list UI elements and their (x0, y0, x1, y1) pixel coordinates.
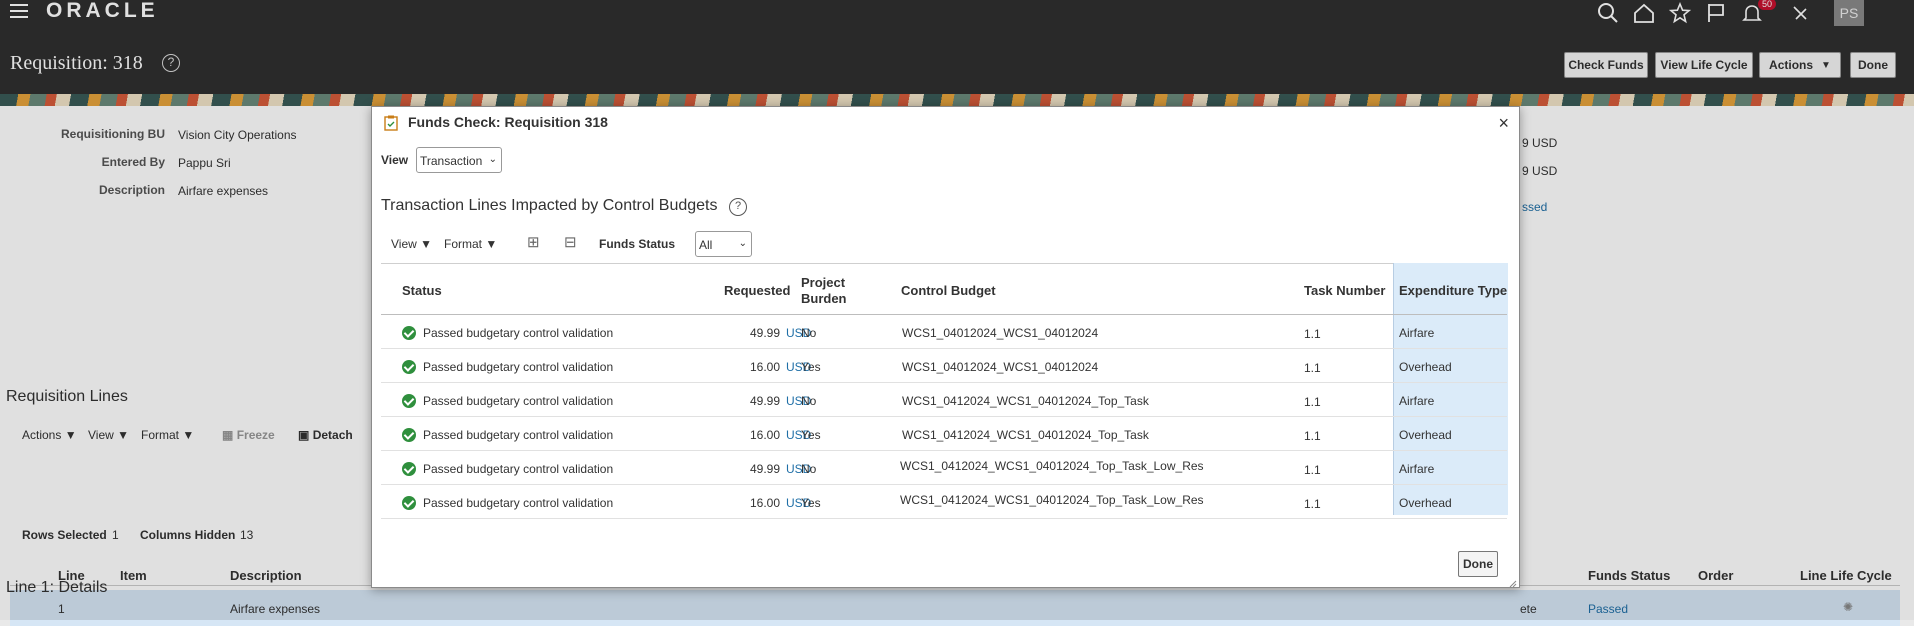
funds-check-dialog: Funds Check: Requisition 318 × View Tran… (371, 106, 1520, 588)
row-divider (381, 416, 1507, 417)
row-task-number: 1.1 (1304, 327, 1321, 341)
dialog-title: Funds Check: Requisition 318 (408, 114, 608, 130)
row-expenditure-type: Airfare (1399, 394, 1435, 408)
help-icon[interactable]: ? (729, 198, 747, 216)
col-requested[interactable]: Requested (724, 283, 790, 298)
col-status[interactable]: Status (402, 283, 442, 298)
row-task-number: 1.1 (1304, 497, 1321, 511)
row-project-burden: Yes (801, 428, 821, 442)
row-project-burden: Yes (801, 496, 821, 510)
row-divider (381, 348, 1507, 349)
row-expenditure-type: Overhead (1399, 496, 1452, 510)
row-status: Passed budgetary control validation (423, 360, 614, 374)
col-expenditure-type[interactable]: Expenditure Type (1399, 283, 1507, 298)
row-amount: 49.99 (749, 394, 780, 408)
dialog-subtitle: Transaction Lines Impacted by Control Bu… (381, 197, 718, 214)
row-expenditure-type: Overhead (1399, 428, 1452, 442)
row-control-budget: WCS1_0412024_WCS1_04012024_Top_Task_Low_… (900, 459, 1204, 473)
row-status: Passed budgetary control validation (423, 394, 614, 408)
row-task-number: 1.1 (1304, 361, 1321, 375)
row-control-budget: WCS1_0412024_WCS1_04012024_Top_Task (902, 394, 1149, 408)
row-amount: 49.99 (749, 462, 780, 476)
dialog-view-value: Transaction (420, 154, 483, 168)
check-circle-icon (402, 360, 416, 374)
dialog-format-menu-label: Format (444, 237, 483, 251)
chevron-down-icon: ⌄ (488, 154, 497, 165)
dialog-view-menu[interactable]: View ▼ (391, 237, 432, 251)
col-task-number[interactable]: Task Number (1304, 283, 1385, 298)
funds-status-select[interactable]: All ⌄ (695, 231, 752, 257)
check-circle-icon (402, 326, 416, 340)
row-control-budget: WCS1_04012024_WCS1_04012024 (902, 326, 1099, 340)
row-amount: 49.99 (749, 326, 780, 340)
dialog-view-menu-label: View (391, 237, 417, 251)
row-control-budget: WCS1_04012024_WCS1_04012024 (902, 360, 1099, 374)
row-project-burden: No (801, 326, 817, 340)
query-by-example-icon[interactable]: ⊞ (527, 233, 540, 251)
row-divider (381, 518, 1507, 519)
col-control-budget[interactable]: Control Budget (901, 283, 996, 298)
row-control-budget: WCS1_0412024_WCS1_04012024_Top_Task_Low_… (900, 493, 1204, 507)
row-divider (381, 450, 1507, 451)
header-divider (381, 314, 1507, 315)
row-divider (381, 382, 1507, 383)
row-status: Passed budgetary control validation (423, 428, 614, 442)
row-status: Passed budgetary control validation (423, 496, 614, 510)
row-expenditure-type: Airfare (1399, 326, 1435, 340)
funds-status-label: Funds Status (599, 237, 676, 251)
funds-status-value: All (699, 238, 713, 252)
check-circle-icon (402, 394, 416, 408)
filter-icon[interactable]: ⊟ (564, 233, 577, 251)
dialog-view-label: View (381, 153, 409, 167)
clipboard-icon (384, 115, 398, 131)
check-circle-icon (402, 496, 416, 510)
row-project-burden: Yes (801, 360, 821, 374)
row-status: Passed budgetary control validation (423, 462, 614, 476)
row-project-burden: No (801, 394, 817, 408)
resize-icon[interactable] (1507, 575, 1517, 588)
row-amount: 16.00 (749, 496, 780, 510)
row-task-number: 1.1 (1304, 463, 1321, 477)
row-expenditure-type: Airfare (1399, 462, 1435, 476)
row-task-number: 1.1 (1304, 429, 1321, 443)
table-top-border (381, 263, 1507, 264)
row-status: Passed budgetary control validation (423, 326, 614, 340)
check-circle-icon (402, 428, 416, 442)
dialog-done-button[interactable]: Done (1458, 551, 1498, 577)
row-expenditure-type: Overhead (1399, 360, 1452, 374)
dialog-view-select[interactable]: Transaction ⌄ (416, 147, 502, 173)
row-project-burden: No (801, 462, 817, 476)
chevron-down-icon: ⌄ (738, 238, 747, 249)
expenditure-type-column-highlight (1393, 263, 1508, 515)
close-icon[interactable]: × (1498, 113, 1509, 134)
row-divider (381, 484, 1507, 485)
col-project-burden-line2[interactable]: Burden (801, 291, 847, 306)
row-amount: 16.00 (749, 428, 780, 442)
row-task-number: 1.1 (1304, 395, 1321, 409)
check-circle-icon (402, 462, 416, 476)
col-project-burden-line1[interactable]: Project (801, 275, 845, 290)
row-control-budget: WCS1_0412024_WCS1_04012024_Top_Task (902, 428, 1149, 442)
row-amount: 16.00 (749, 360, 780, 374)
dialog-format-menu[interactable]: Format ▼ (444, 237, 497, 251)
